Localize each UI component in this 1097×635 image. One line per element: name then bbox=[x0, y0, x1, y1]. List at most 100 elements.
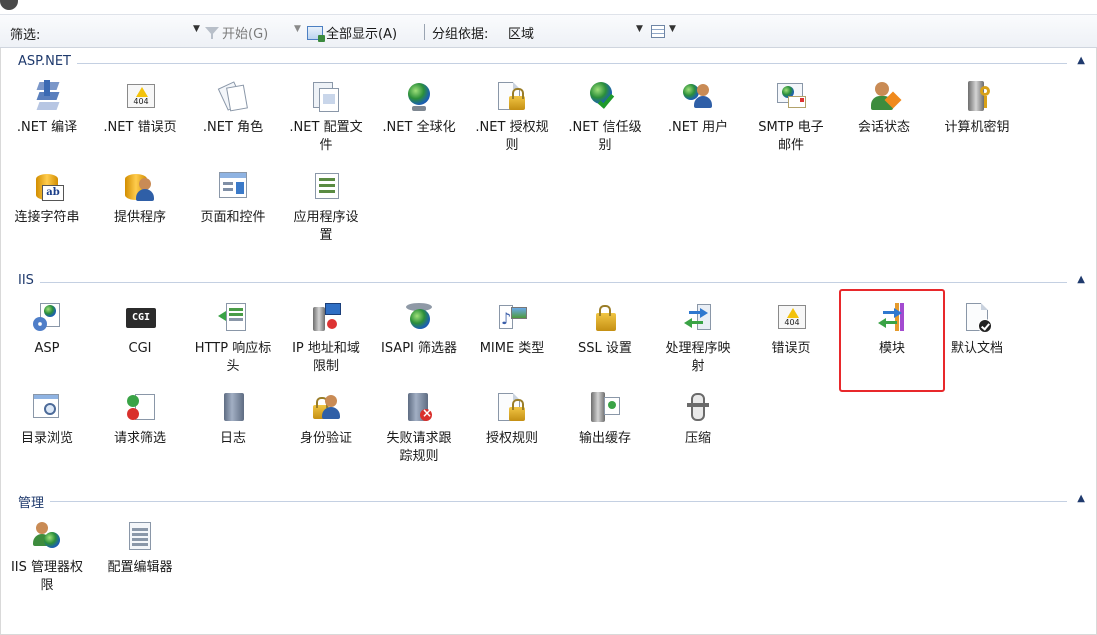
feature-label: 身份验证 bbox=[299, 431, 352, 446]
feature-label: 压缩 bbox=[684, 431, 711, 446]
configuration-editor-icon bbox=[123, 520, 157, 554]
ssl-lock-icon bbox=[588, 301, 622, 335]
filter-dropdown-arrow[interactable]: ▼ bbox=[193, 24, 200, 34]
profile-icon bbox=[309, 80, 343, 114]
feature-modules[interactable]: 模块 bbox=[847, 301, 937, 358]
show-all-button[interactable]: 全部显示(A) bbox=[307, 23, 397, 42]
authentication-icon bbox=[309, 391, 343, 425]
features-view: ASP.NET ▲ .NET 编译 404 .NET 错误页 .NET 角色 .… bbox=[0, 48, 1097, 635]
group-by-dropdown-arrow[interactable]: ▼ bbox=[636, 24, 643, 34]
asp-icon bbox=[30, 301, 64, 335]
modules-icon bbox=[875, 301, 909, 335]
feature-label: ASP bbox=[34, 341, 60, 356]
feature-pages-controls[interactable]: 页面和控件 bbox=[188, 170, 278, 227]
feature-request-filtering[interactable]: 请求筛选 bbox=[95, 391, 185, 448]
feature-label: 处理程序映射 bbox=[665, 341, 731, 374]
group-title: IIS bbox=[18, 273, 40, 288]
collapse-icon[interactable]: ▲ bbox=[1077, 55, 1085, 66]
group-header-iis[interactable]: IIS ▲ bbox=[0, 273, 1097, 291]
feature-net-trust-levels[interactable]: .NET 信任级别 bbox=[560, 80, 650, 155]
group-header-management[interactable]: 管理 ▲ bbox=[0, 492, 1097, 511]
request-filtering-icon bbox=[123, 391, 157, 425]
feature-connection-strings[interactable]: ab 连接字符串 bbox=[2, 170, 92, 227]
view-mode-dropdown-arrow[interactable]: ▼ bbox=[669, 24, 676, 34]
feature-asp[interactable]: ASP bbox=[2, 301, 92, 358]
directory-browsing-icon bbox=[30, 391, 64, 425]
feature-handler-mappings[interactable]: 处理程序映射 bbox=[653, 301, 743, 376]
feature-compression[interactable]: 压缩 bbox=[653, 391, 743, 448]
collapse-icon[interactable]: ▲ bbox=[1077, 274, 1085, 285]
feature-http-response-headers[interactable]: HTTP 响应标头 bbox=[188, 301, 278, 376]
feature-output-caching[interactable]: 输出缓存 bbox=[560, 391, 650, 448]
feature-session-state[interactable]: 会话状态 bbox=[839, 80, 929, 137]
toolbar-separator bbox=[424, 24, 425, 40]
http-headers-icon bbox=[216, 301, 250, 335]
default-document-icon bbox=[960, 301, 994, 335]
group-divider bbox=[18, 501, 1067, 502]
feature-failed-request-tracing[interactable]: 失败请求跟踪规则 bbox=[374, 391, 464, 466]
feature-providers[interactable]: 提供程序 bbox=[95, 170, 185, 227]
feature-label: HTTP 响应标头 bbox=[194, 341, 272, 374]
feature-label: SMTP 电子 邮件 bbox=[758, 120, 824, 153]
feature-label: 会话状态 bbox=[857, 120, 910, 135]
feature-label: ISAPI 筛选器 bbox=[380, 341, 458, 356]
pages-controls-icon bbox=[216, 170, 250, 204]
group-header-aspnet[interactable]: ASP.NET ▲ bbox=[0, 54, 1097, 72]
feature-net-authorization-rules[interactable]: .NET 授权规则 bbox=[467, 80, 557, 155]
view-mode-icon[interactable] bbox=[651, 25, 665, 38]
feature-label: .NET 配置文件 bbox=[289, 120, 363, 153]
authorization-icon bbox=[495, 391, 529, 425]
start-filter-label: 开始(G) bbox=[222, 27, 269, 42]
feature-net-users[interactable]: .NET 用户 bbox=[653, 80, 743, 137]
feature-net-error-pages[interactable]: 404 .NET 错误页 bbox=[95, 80, 185, 137]
feature-machine-key[interactable]: 计算机密钥 bbox=[932, 80, 1022, 137]
error-page-icon: 404 bbox=[123, 80, 157, 114]
feature-ip-domain-restrictions[interactable]: IP 地址和域 限制 bbox=[281, 301, 371, 376]
feature-authorization-rules[interactable]: 授权规则 bbox=[467, 391, 557, 448]
feature-isapi-filters[interactable]: ISAPI 筛选器 bbox=[374, 301, 464, 358]
feature-default-document[interactable]: 默认文档 bbox=[932, 301, 1022, 358]
feature-label: .NET 角色 bbox=[202, 120, 264, 135]
app-corner-icon bbox=[0, 0, 18, 10]
feature-label: 模块 bbox=[878, 341, 905, 356]
start-dropdown-arrow[interactable]: ▼ bbox=[294, 24, 301, 34]
feature-net-compile[interactable]: .NET 编译 bbox=[2, 80, 92, 137]
feature-logging[interactable]: 日志 bbox=[188, 391, 278, 448]
feature-label: 错误页 bbox=[771, 341, 811, 356]
roles-icon bbox=[216, 80, 250, 114]
feature-label: IP 地址和域 限制 bbox=[292, 341, 360, 374]
feature-net-profile[interactable]: .NET 配置文件 bbox=[281, 80, 371, 155]
feature-error-pages[interactable]: 404 错误页 bbox=[746, 301, 836, 358]
cgi-icon: CGI bbox=[123, 301, 157, 335]
logging-icon bbox=[216, 391, 250, 425]
providers-icon bbox=[123, 170, 157, 204]
feature-label: IIS 管理器权限 bbox=[10, 560, 84, 593]
feature-label: .NET 全球化 bbox=[382, 120, 456, 135]
filter-input[interactable] bbox=[52, 22, 202, 42]
feature-net-roles[interactable]: .NET 角色 bbox=[188, 80, 278, 137]
feature-iis-manager-permissions[interactable]: IIS 管理器权限 bbox=[2, 520, 92, 595]
group-divider bbox=[18, 282, 1067, 283]
show-all-label: 全部显示(A) bbox=[326, 27, 398, 42]
feature-label: 连接字符串 bbox=[14, 210, 80, 225]
collapse-icon[interactable]: ▲ bbox=[1077, 493, 1085, 504]
feature-app-settings[interactable]: 应用程序设置 bbox=[281, 170, 371, 245]
group-title: 管理 bbox=[18, 492, 51, 511]
feature-authentication[interactable]: 身份验证 bbox=[281, 391, 371, 448]
feature-net-globalization[interactable]: .NET 全球化 bbox=[374, 80, 464, 137]
top-strip bbox=[0, 0, 1097, 14]
feature-smtp-email[interactable]: SMTP 电子 邮件 bbox=[746, 80, 836, 155]
feature-directory-browsing[interactable]: 目录浏览 bbox=[2, 391, 92, 448]
feature-configuration-editor[interactable]: 配置编辑器 bbox=[95, 520, 185, 577]
feature-ssl-settings[interactable]: SSL 设置 bbox=[560, 301, 650, 358]
feature-mime-types[interactable]: ♪ MIME 类型 bbox=[467, 301, 557, 358]
group-divider bbox=[18, 63, 1067, 64]
feature-label: .NET 用户 bbox=[667, 120, 729, 135]
feature-label: 失败请求跟 踪规则 bbox=[386, 431, 452, 464]
connection-string-icon: ab bbox=[30, 170, 64, 204]
start-filter-button[interactable]: 开始(G) bbox=[205, 23, 268, 42]
app-settings-icon bbox=[309, 170, 343, 204]
filter-toolbar: 筛选: ▼ 开始(G) ▼ 全部显示(A) 分组依据: 区域 ▼ ▼ bbox=[0, 14, 1097, 48]
feature-cgi[interactable]: CGI CGI bbox=[95, 301, 185, 358]
feature-label: MIME 类型 bbox=[479, 341, 545, 356]
